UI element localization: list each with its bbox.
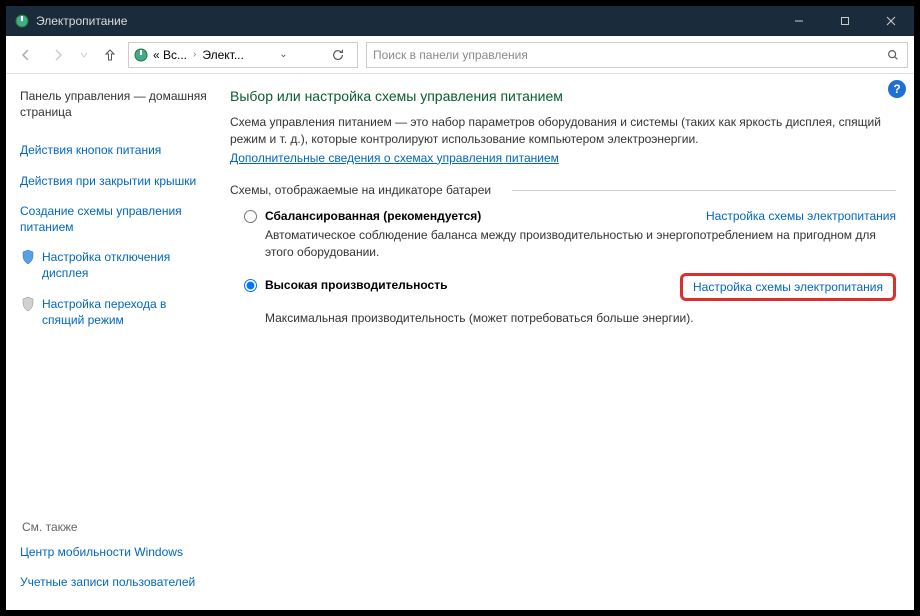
search-input[interactable]: Поиск в панели управления [366, 42, 908, 68]
plan-balanced-configure-link[interactable]: Настройка схемы электропитания [706, 209, 896, 223]
sidebar-link-buttons[interactable]: Действия кнопок питания [20, 142, 208, 158]
search-icon [885, 47, 901, 63]
plan-high-performance: Высокая производительность Настройка схе… [230, 278, 896, 327]
shield-icon [20, 296, 36, 312]
forward-button[interactable] [44, 41, 72, 69]
plan-balanced-desc: Автоматическое соблюдение баланса между … [265, 227, 896, 261]
sidebar-link-accounts[interactable]: Учетные записи пользователей [20, 574, 208, 590]
plan-balanced-name[interactable]: Сбалансированная (рекомендуется) [265, 209, 481, 223]
plan-balanced-radio[interactable] [244, 210, 257, 223]
recent-dropdown[interactable] [76, 41, 92, 69]
help-icon[interactable]: ? [888, 80, 906, 98]
see-also-label: См. также [20, 520, 208, 534]
search-placeholder: Поиск в панели управления [373, 48, 528, 62]
address-dropdown[interactable]: ⌄ [274, 49, 292, 60]
sidebar-link-create-plan[interactable]: Создание схемы управления питанием [20, 203, 208, 235]
maximize-button[interactable] [822, 6, 868, 36]
power-options-icon [133, 47, 149, 63]
back-button[interactable] [12, 41, 40, 69]
plan-high-perf-radio[interactable] [244, 279, 257, 292]
refresh-button[interactable] [323, 42, 353, 68]
breadcrumb-item[interactable]: « Вс... [153, 48, 187, 62]
plans-fieldset-label: Схемы, отображаемые на индикаторе батаре… [230, 183, 896, 197]
sidebar-link-display-off[interactable]: Настройка отключения дисплея [20, 249, 208, 281]
page-heading: Выбор или настройка схемы управления пит… [230, 88, 896, 104]
nav-toolbar: « Вс... › Элект... ⌄ Поиск в панели упра… [6, 36, 914, 74]
window-frame: Электропитание « Вс... › Элект... ⌄ [0, 0, 920, 616]
address-bar[interactable]: « Вс... › Элект... ⌄ [128, 42, 358, 68]
plan-high-perf-desc: Максимальная производительность (может п… [265, 310, 896, 327]
plan-balanced: Сбалансированная (рекомендуется) Настрой… [230, 209, 896, 261]
sidebar-home-link[interactable]: Панель управления — домашняя страница [20, 88, 208, 120]
main-panel: ? Выбор или настройка схемы управления п… [216, 74, 914, 610]
window-controls [776, 6, 914, 36]
up-button[interactable] [96, 41, 124, 69]
close-button[interactable] [868, 6, 914, 36]
sidebar-link-mobility[interactable]: Центр мобильности Windows [20, 544, 208, 560]
power-options-icon [14, 13, 30, 29]
window-title: Электропитание [36, 14, 127, 28]
sidebar-link-lid[interactable]: Действия при закрытии крышки [20, 173, 208, 189]
plan-high-perf-name[interactable]: Высокая производительность [265, 278, 447, 292]
breadcrumb-item[interactable]: Элект... [202, 48, 243, 62]
sidebar: Панель управления — домашняя страница Де… [6, 74, 216, 610]
chevron-right-icon: › [191, 49, 198, 60]
shield-icon [20, 249, 36, 265]
minimize-button[interactable] [776, 6, 822, 36]
sidebar-link-sleep[interactable]: Настройка перехода в спящий режим [20, 296, 208, 328]
plan-high-perf-configure-link[interactable]: Настройка схемы электропитания [680, 273, 896, 301]
titlebar: Электропитание [6, 6, 914, 36]
content-area: Панель управления — домашняя страница Де… [6, 74, 914, 610]
page-description: Схема управления питанием — это набор па… [230, 114, 896, 149]
learn-more-link[interactable]: Дополнительные сведения о схемах управле… [230, 151, 559, 165]
